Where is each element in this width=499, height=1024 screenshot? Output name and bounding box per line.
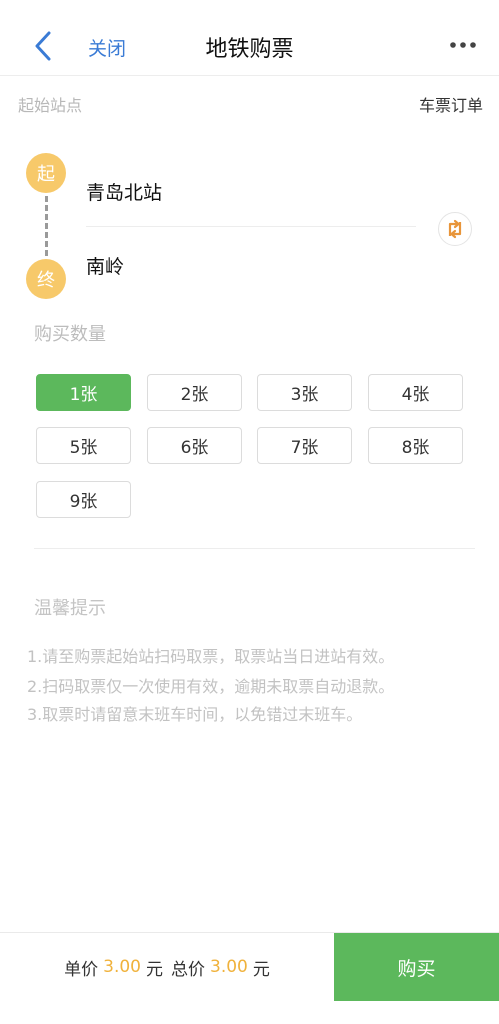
station-divider — [86, 226, 416, 227]
buy-button[interactable]: 购买 — [334, 933, 499, 1001]
quantity-option-4[interactable]: 4张 — [368, 374, 463, 411]
quantity-option-5[interactable]: 5张 — [36, 427, 131, 464]
nav-bar: 关闭 地铁购票 — [0, 0, 499, 76]
unit-price-currency: 元 — [146, 959, 163, 980]
end-station[interactable]: 南岭 — [86, 252, 124, 279]
quantity-option-1[interactable]: 1张 — [36, 374, 131, 411]
tip-line-2: 2.扫码取票仅一次使用有效，逾期未取票自动退款。 — [27, 677, 395, 696]
start-station[interactable]: 青岛北站 — [86, 178, 162, 205]
tip-line-3: 3.取票时请留意末班车时间，以免错过末班车。 — [27, 705, 363, 724]
quantity-option-3[interactable]: 3张 — [257, 374, 352, 411]
quantity-option-2[interactable]: 2张 — [147, 374, 242, 411]
quantity-option-7[interactable]: 7张 — [257, 427, 352, 464]
total-price-currency: 元 — [252, 959, 270, 980]
quantity-option-8[interactable]: 8张 — [368, 427, 463, 464]
swap-icon — [448, 219, 462, 239]
more-button[interactable] — [447, 37, 479, 53]
total-price-label: 总价 — [171, 959, 205, 980]
quantity-label: 购买数量 — [34, 324, 106, 345]
ticket-orders-link[interactable]: 车票订单 — [419, 92, 483, 116]
tip-line-1: 1.请至购票起始站扫码取票，取票站当日进站有效。 — [27, 647, 395, 666]
tips-title: 温馨提示 — [34, 598, 106, 619]
unit-price-value: 3.00 — [103, 957, 141, 977]
end-badge: 终 — [26, 259, 66, 299]
unit-price-label: 单价 — [64, 959, 99, 980]
total-price-value: 3.00 — [210, 957, 248, 977]
page-title: 地铁购票 — [205, 37, 294, 62]
route-dashed-line — [45, 196, 48, 256]
quantity-option-9[interactable]: 9张 — [36, 481, 131, 518]
price-summary: 单价 3.00 元 总价 3.00 元 — [0, 933, 334, 1001]
swap-stations-button[interactable] — [438, 212, 472, 246]
section-label-stations: 起始站点 — [18, 96, 83, 115]
start-badge: 起 — [26, 153, 66, 193]
bottom-bar: 单价 3.00 元 总价 3.00 元 购买 — [0, 932, 499, 1001]
more-dots-icon — [450, 42, 476, 48]
quantity-option-6[interactable]: 6张 — [147, 427, 242, 464]
tips-divider — [34, 548, 475, 549]
